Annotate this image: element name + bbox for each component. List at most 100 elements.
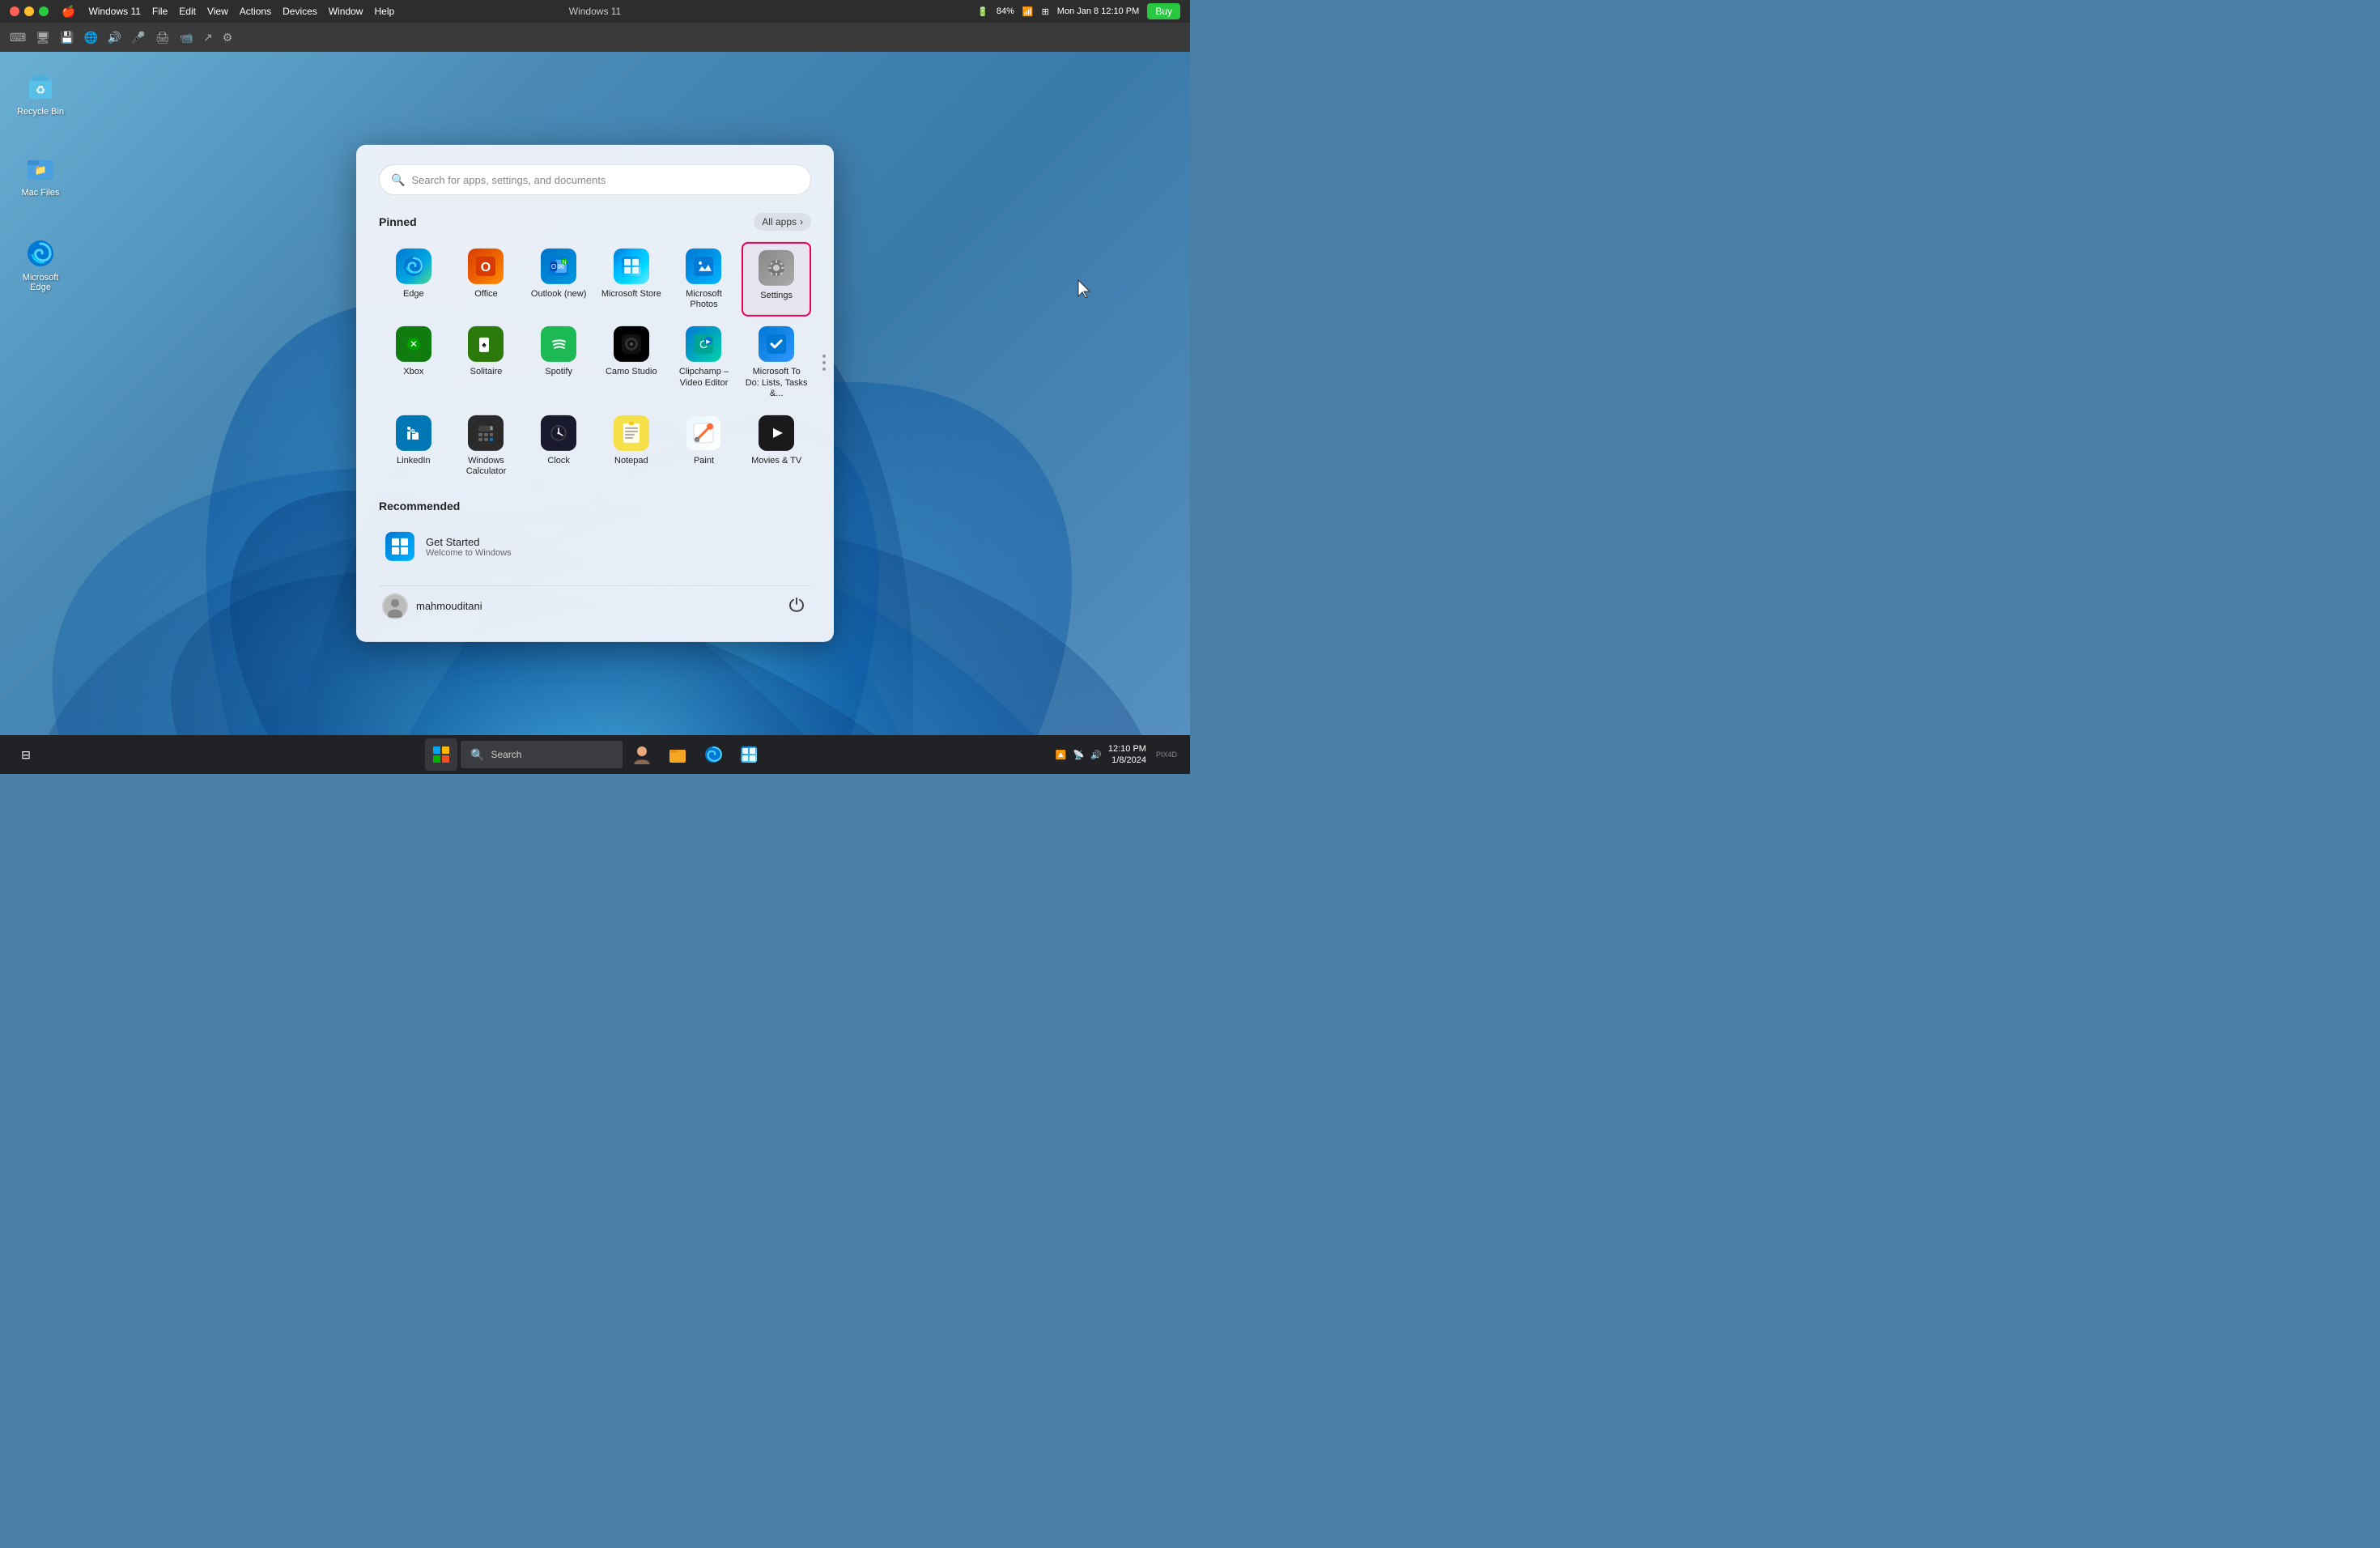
app-item-edge[interactable]: Edge	[379, 242, 448, 317]
cursor	[1077, 279, 1093, 304]
start-search-bar[interactable]: 🔍 Search for apps, settings, and documen…	[379, 164, 811, 195]
get-started-subtitle: Welcome to Windows	[426, 548, 512, 558]
watermark: PIX4D	[1153, 751, 1180, 759]
mac-files-label: Mac Files	[21, 188, 59, 198]
svg-text:📁: 📁	[35, 164, 47, 176]
edge-label: Edge	[403, 289, 424, 300]
menu-devices[interactable]: Devices	[283, 6, 317, 17]
store-label: Microsoft Store	[601, 289, 661, 300]
todo-label: Microsoft To Do: Lists, Tasks &...	[745, 367, 808, 399]
solitaire-label: Solitaire	[470, 367, 503, 377]
app-item-clipchamp[interactable]: C ▶ Clipchamp – Video Editor	[669, 320, 739, 406]
app-item-camo[interactable]: Camo Studio	[597, 320, 666, 406]
outlook-label: Outlook (new)	[531, 289, 586, 300]
taskbar-right: 🔼 📡 🔊 12:10 PM 1/8/2024 PIX4D	[1056, 743, 1180, 767]
menu-file[interactable]: File	[152, 6, 168, 17]
office-label: Office	[474, 289, 498, 300]
battery-icon: 🔋	[977, 6, 988, 17]
app-item-movies[interactable]: Movies & TV	[742, 409, 811, 483]
mac-toolbar: ⌨ 🖥 💾 🌐 🔊 🎤 🖨 📹 ↗ ⚙	[0, 23, 1190, 52]
power-button[interactable]	[785, 593, 808, 619]
svg-text:♠: ♠	[482, 341, 487, 350]
svg-text:O: O	[551, 263, 556, 270]
app-item-todo[interactable]: Microsoft To Do: Lists, Tasks &...	[742, 320, 811, 406]
store-icon	[614, 249, 649, 284]
app-item-xbox[interactable]: ✕ Xbox	[379, 320, 448, 406]
taskbar-avatar1[interactable]	[626, 738, 658, 771]
app-item-wincalc[interactable]: 8 Windows Calculator	[452, 409, 521, 483]
taskbar-search[interactable]: 🔍 Search	[461, 741, 623, 768]
clock-icon	[541, 415, 576, 451]
start-button[interactable]	[425, 738, 457, 771]
pinned-section-header: Pinned All apps ›	[379, 213, 811, 231]
get-started-text: Get Started Welcome to Windows	[426, 536, 512, 558]
app-item-clock[interactable]: Clock	[524, 409, 593, 483]
taskbar-edge[interactable]	[697, 738, 729, 771]
apple-icon[interactable]: 🍎	[62, 5, 75, 19]
linkedin-label: LinkedIn	[397, 456, 431, 466]
minimize-button[interactable]	[24, 6, 34, 16]
user-info[interactable]: mahmouditani	[382, 593, 482, 619]
app-item-outlook[interactable]: ✉ O N Outlook (new)	[524, 242, 593, 317]
taskbar-time[interactable]: 12:10 PM 1/8/2024	[1108, 743, 1146, 767]
camo-label: Camo Studio	[606, 367, 657, 377]
scroll-dot-3	[822, 368, 826, 371]
paint-icon	[686, 415, 721, 451]
user-name: mahmouditani	[416, 600, 482, 612]
taskbar-store[interactable]	[733, 738, 765, 771]
desktop-icon-mac-files[interactable]: 📁 Mac Files	[8, 149, 73, 201]
app-item-solitaire[interactable]: ♠ Solitaire	[452, 320, 521, 406]
taskbar: ⊟ 🔍 Search	[0, 735, 1190, 774]
svg-text:N: N	[563, 260, 567, 266]
linkedin-icon: in	[396, 415, 431, 451]
app-item-photos[interactable]: Microsoft Photos	[669, 242, 739, 317]
all-apps-button[interactable]: All apps ›	[754, 213, 811, 231]
menu-actions[interactable]: Actions	[240, 6, 271, 17]
clipchamp-label: Clipchamp – Video Editor	[673, 367, 736, 388]
scroll-dot-1	[822, 355, 826, 358]
desktop-icon-recycle-bin[interactable]: ♻ Recycle Bin	[8, 68, 73, 120]
menu-edit[interactable]: Edit	[179, 6, 196, 17]
menu-help[interactable]: Help	[374, 6, 394, 17]
menu-app-name[interactable]: Windows 11	[88, 6, 140, 17]
display-icon: 🖥	[36, 31, 50, 45]
buy-button[interactable]: Buy	[1147, 3, 1180, 19]
camo-icon	[614, 326, 649, 362]
mic-icon: 🎤	[131, 31, 145, 45]
task-view-button[interactable]: ⊟	[10, 738, 42, 771]
menu-window[interactable]: Window	[329, 6, 363, 17]
search-taskbar-placeholder: Search	[491, 749, 521, 760]
app-item-paint[interactable]: Paint	[669, 409, 739, 483]
app-item-linkedin[interactable]: in LinkedIn	[379, 409, 448, 483]
taskbar-explorer[interactable]	[661, 738, 694, 771]
svg-text:▶: ▶	[707, 339, 712, 345]
menu-view[interactable]: View	[207, 6, 228, 17]
window-title: Windows 11	[569, 6, 621, 17]
scroll-dot-2	[822, 361, 826, 364]
search-taskbar-icon: 🔍	[470, 748, 484, 762]
app-item-spotify[interactable]: Spotify	[524, 320, 593, 406]
mac-titlebar-right: 🔋 84% 📶 ⊞ Mon Jan 8 12:10 PM Buy	[977, 3, 1180, 19]
close-button[interactable]	[10, 6, 19, 16]
recommended-section: Recommended Get Started Welcome to Windo…	[379, 500, 811, 569]
app-item-notepad[interactable]: Notepad	[597, 409, 666, 483]
notepad-label: Notepad	[614, 456, 648, 466]
disk-icon: 💾	[60, 31, 74, 45]
search-placeholder-text: Search for apps, settings, and documents	[411, 173, 606, 185]
recommended-item-get-started[interactable]: Get Started Welcome to Windows	[379, 524, 811, 569]
maximize-button[interactable]	[39, 6, 49, 16]
app-item-store[interactable]: Microsoft Store	[597, 242, 666, 317]
taskbar-expand-icon[interactable]: 🔼	[1056, 750, 1067, 760]
svg-text:♻: ♻	[36, 83, 46, 96]
mac-titlebar-left: 🍎 Windows 11 File Edit View Actions Devi…	[10, 5, 394, 19]
user-bar: mahmouditani	[379, 585, 811, 626]
traffic-lights	[10, 6, 49, 16]
user-avatar	[382, 593, 408, 619]
recycle-bin-icon: ♻	[24, 71, 57, 104]
app-item-settings[interactable]: Settings	[742, 242, 811, 317]
desktop: ♻ Recycle Bin 📁 Mac Files Microsoft Edge	[0, 52, 1190, 735]
audio-icon: 🔊	[108, 31, 121, 45]
clock-label: Clock	[547, 456, 570, 466]
desktop-icon-edge[interactable]: Microsoft Edge	[8, 234, 73, 296]
app-item-office[interactable]: O Office	[452, 242, 521, 317]
